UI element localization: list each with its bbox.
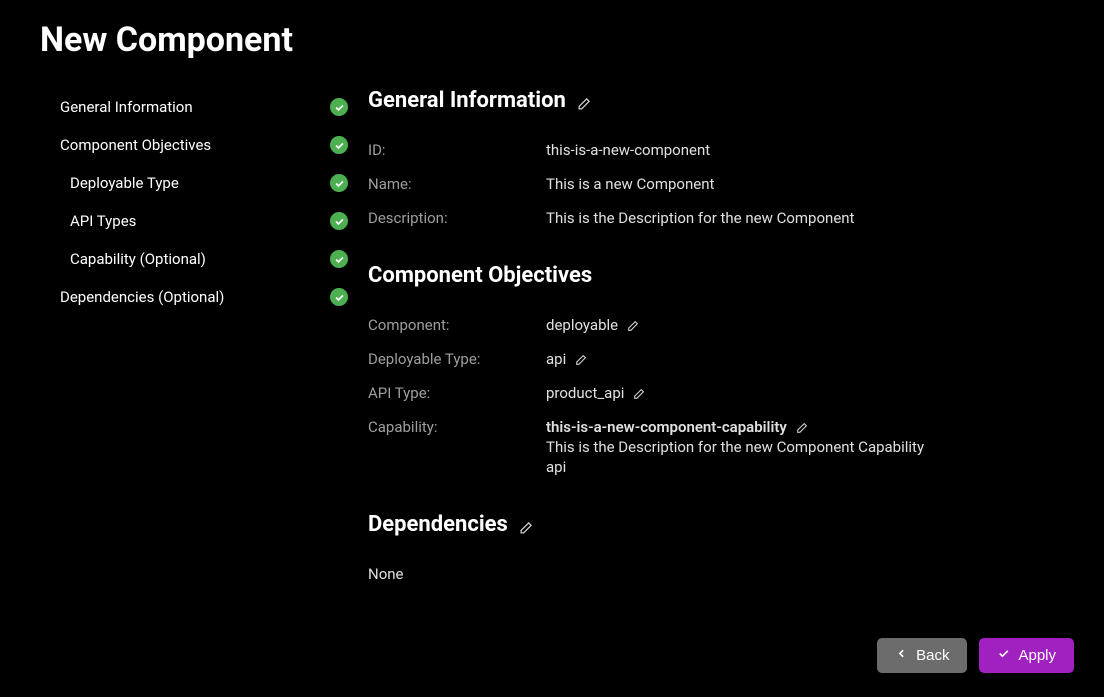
section-head-general: General Information [368, 88, 1062, 113]
section-head-dependencies: Dependencies [368, 512, 1062, 537]
row-deployable-type: Deployable Type: api [368, 342, 1062, 376]
field-label: Name: [368, 175, 546, 193]
wizard-layout: General Information Component Objectives… [32, 88, 1072, 591]
field-value-text: deployable [546, 316, 618, 334]
capability-description: This is the Description for the new Comp… [546, 438, 924, 456]
back-button[interactable]: Back [877, 638, 967, 673]
checkmark-icon [997, 647, 1010, 664]
field-label: ID: [368, 141, 546, 159]
check-icon [330, 250, 348, 268]
edit-icon[interactable] [518, 517, 533, 532]
summary-panel: General Information ID: this-is-a-new-co… [368, 88, 1072, 591]
step-label: API Types [70, 212, 330, 230]
edit-icon[interactable] [576, 93, 591, 108]
chevron-left-icon [895, 647, 908, 664]
row-name: Name: This is a new Component [368, 167, 1062, 201]
field-label: Deployable Type: [368, 350, 546, 368]
field-value: deployable [546, 316, 639, 334]
button-label: Apply [1018, 647, 1056, 664]
step-label: Dependencies (Optional) [60, 288, 330, 306]
section-title-text: Dependencies [368, 512, 508, 537]
section-title-text: General Information [368, 88, 566, 113]
field-value: api [546, 350, 587, 368]
step-label: General Information [60, 98, 330, 116]
section-title-general: General Information [368, 88, 591, 113]
check-icon [330, 98, 348, 116]
step-label: Component Objectives [60, 136, 330, 154]
row-dependencies-value: None [368, 557, 1062, 591]
wizard-footer: Back Apply [877, 638, 1074, 673]
field-label: Component: [368, 316, 546, 334]
capability-extra: api [546, 458, 924, 476]
field-value: product_api [546, 384, 645, 402]
edit-icon[interactable] [626, 319, 639, 332]
step-deployable-type[interactable]: Deployable Type [60, 164, 348, 202]
page-title: New Component [40, 20, 1072, 60]
edit-icon[interactable] [795, 421, 808, 434]
edit-icon[interactable] [574, 353, 587, 366]
field-value-text: product_api [546, 384, 624, 402]
row-id: ID: this-is-a-new-component [368, 133, 1062, 167]
row-description: Description: This is the Description for… [368, 201, 1062, 235]
button-label: Back [916, 647, 949, 664]
field-label: Description: [368, 209, 546, 227]
edit-icon[interactable] [632, 387, 645, 400]
wizard-steps: General Information Component Objectives… [60, 88, 348, 591]
step-label: Capability (Optional) [70, 250, 330, 268]
field-value: This is the Description for the new Comp… [546, 209, 854, 227]
capability-name: this-is-a-new-component-capability [546, 418, 787, 436]
apply-button[interactable]: Apply [979, 638, 1074, 673]
step-general-information[interactable]: General Information [60, 88, 348, 126]
step-capability[interactable]: Capability (Optional) [60, 240, 348, 278]
check-icon [330, 174, 348, 192]
step-dependencies[interactable]: Dependencies (Optional) [60, 278, 348, 316]
field-value: This is a new Component [546, 175, 714, 193]
step-api-types[interactable]: API Types [60, 202, 348, 240]
check-icon [330, 212, 348, 230]
check-icon [330, 136, 348, 154]
section-head-objectives: Component Objectives [368, 263, 1062, 288]
field-value: this-is-a-new-component-capability This … [546, 418, 924, 476]
field-label: Capability: [368, 418, 546, 436]
field-value-text: api [546, 350, 566, 368]
field-label: API Type: [368, 384, 546, 402]
check-icon [330, 288, 348, 306]
section-title-objectives: Component Objectives [368, 263, 592, 288]
section-title-dependencies: Dependencies [368, 512, 533, 537]
section-title-text: Component Objectives [368, 263, 592, 288]
row-component: Component: deployable [368, 308, 1062, 342]
step-component-objectives[interactable]: Component Objectives [60, 126, 348, 164]
row-capability: Capability: this-is-a-new-component-capa… [368, 410, 1062, 484]
field-value: this-is-a-new-component [546, 141, 710, 159]
field-value: None [368, 565, 404, 583]
row-api-type: API Type: product_api [368, 376, 1062, 410]
step-label: Deployable Type [70, 174, 330, 192]
